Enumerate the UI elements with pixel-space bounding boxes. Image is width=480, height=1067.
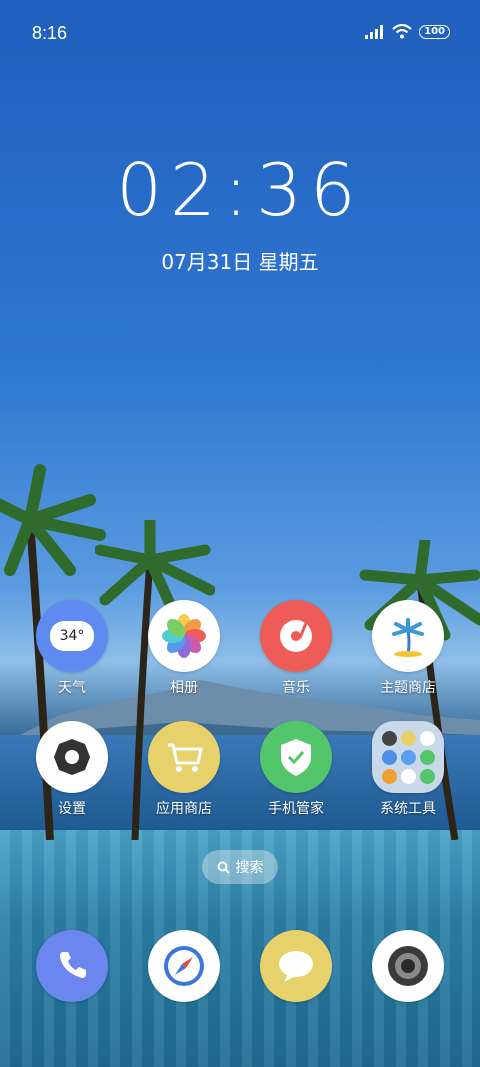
weather-temp: 34° [50, 621, 94, 651]
app-label: 设置 [58, 801, 86, 817]
app-music[interactable]: 音乐 [248, 600, 344, 697]
app-theme-store[interactable]: 主题商店 [360, 600, 456, 697]
battery-indicator: 100 [419, 24, 450, 39]
app-weather[interactable]: 34° 天气 [24, 600, 120, 697]
dock-camera[interactable] [360, 930, 456, 1002]
app-photos[interactable]: 相册 [136, 600, 232, 697]
system-tools-folder-icon [372, 721, 444, 793]
status-bar: 8:16 100 [0, 0, 480, 68]
app-store-icon [148, 721, 220, 793]
dock-browser[interactable] [136, 930, 232, 1002]
app-label: 手机管家 [268, 801, 324, 817]
settings-icon [36, 721, 108, 793]
app-settings[interactable]: 设置 [24, 721, 120, 818]
app-system-tools[interactable]: 系统工具 [360, 721, 456, 818]
search-button[interactable]: 搜索 [202, 850, 278, 884]
weather-icon: 34° [36, 600, 108, 672]
phone-manager-icon [260, 721, 332, 793]
app-app-store[interactable]: 应用商店 [136, 721, 232, 818]
app-phone-manager[interactable]: 手机管家 [248, 721, 344, 818]
clock-time[interactable]: 02:36 [0, 148, 480, 232]
app-label: 音乐 [282, 680, 310, 696]
status-time: 8:16 [32, 23, 68, 43]
app-label: 应用商店 [156, 801, 212, 817]
music-icon [260, 600, 332, 672]
search-icon [217, 861, 230, 874]
camera-icon [372, 930, 444, 1002]
messages-icon [260, 930, 332, 1002]
theme-store-icon [372, 600, 444, 672]
clock-date[interactable]: 07月31日 星期五 [0, 246, 480, 275]
app-label: 相册 [170, 680, 198, 696]
browser-icon [148, 930, 220, 1002]
phone-icon [36, 930, 108, 1002]
signal-icon [365, 24, 384, 39]
dock-messages[interactable] [248, 930, 344, 1002]
wifi-icon [392, 24, 412, 39]
search-label: 搜索 [235, 860, 264, 876]
app-label: 主题商店 [380, 680, 436, 696]
dock-phone[interactable] [24, 930, 120, 1002]
app-label: 系统工具 [380, 801, 436, 817]
app-label: 天气 [58, 680, 86, 696]
photos-icon [148, 600, 220, 672]
